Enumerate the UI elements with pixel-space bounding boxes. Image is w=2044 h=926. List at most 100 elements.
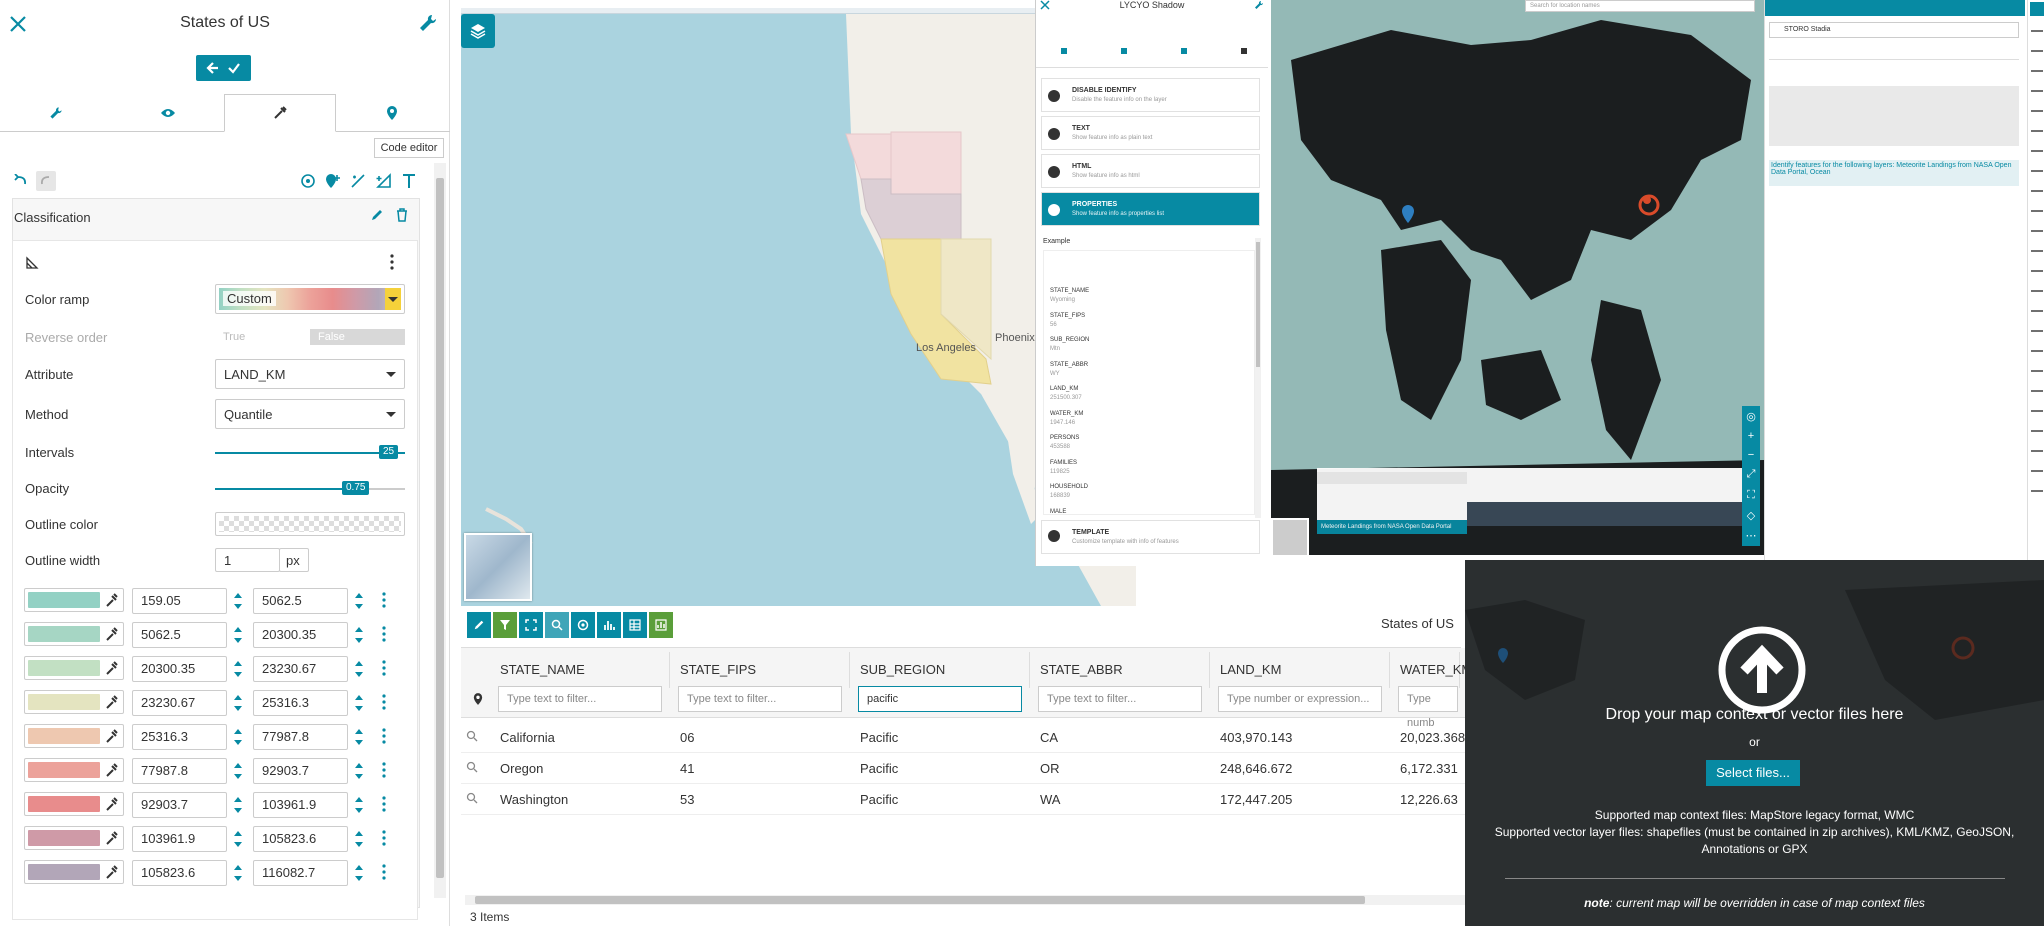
add-text-rule-icon[interactable]	[402, 173, 416, 189]
import-overlay[interactable]: Drop your map context or vector files he…	[1465, 560, 2044, 926]
world-map-viewport[interactable]: ◎ + − ⤢ ⛶ ◇ ⋯ Meteorite Landings from NA…	[1271, 0, 1764, 555]
stepper-icon[interactable]	[232, 658, 244, 680]
class-max-input[interactable]: 77987.8	[253, 724, 348, 750]
class-min-input[interactable]: 77987.8	[132, 758, 227, 784]
class-color-picker[interactable]	[24, 622, 124, 646]
class-min-input[interactable]: 103961.9	[132, 826, 227, 852]
class-max-input[interactable]: 105823.6	[253, 826, 348, 852]
full-extent-icon[interactable]: ⤢	[1747, 468, 1756, 481]
class-min-input[interactable]: 105823.6	[132, 860, 227, 886]
eyedropper-icon[interactable]	[106, 729, 118, 743]
class-max-input[interactable]: 103961.9	[253, 792, 348, 818]
class-color-picker[interactable]	[24, 758, 124, 782]
class-min-input[interactable]: 25316.3	[132, 724, 227, 750]
column-filter-input[interactable]: Type text to filter...	[678, 686, 842, 712]
tab-display[interactable]	[1121, 48, 1127, 54]
eyedropper-icon[interactable]	[106, 763, 118, 777]
eyedropper-icon[interactable]	[106, 627, 118, 641]
search-input[interactable]: Search for location names	[1525, 0, 1755, 12]
class-min-input[interactable]: 92903.7	[132, 792, 227, 818]
locate-icon[interactable]: ◎	[1746, 410, 1756, 423]
stepper-icon[interactable]	[353, 726, 365, 748]
sync-map-button[interactable]	[545, 612, 569, 638]
wrench-icon[interactable]	[418, 13, 438, 33]
map-marker-icon[interactable]	[465, 686, 490, 712]
more-icon[interactable]: ⋯	[1746, 529, 1757, 542]
column-filter-input[interactable]: Type number or expression...	[1218, 686, 1382, 712]
stepper-icon[interactable]	[232, 726, 244, 748]
select-all-button[interactable]	[571, 612, 595, 638]
tab-feature-info[interactable]	[1241, 48, 1247, 54]
format-item[interactable]: HTML Show feature info as html	[1041, 154, 1260, 188]
eyedropper-icon[interactable]	[106, 593, 118, 607]
class-color-picker[interactable]	[24, 690, 124, 714]
tab-feature-info[interactable]	[336, 94, 448, 132]
format-item[interactable]: TEXT Show feature info as plain text	[1041, 116, 1260, 150]
scrollbar-thumb[interactable]	[436, 178, 444, 878]
column-filter-input[interactable]: pacific	[858, 686, 1022, 712]
color-ramp-select[interactable]: Custom	[215, 284, 405, 314]
tab-style[interactable]	[224, 94, 336, 132]
zoom-to-row-icon[interactable]	[466, 730, 478, 742]
stepper-icon[interactable]	[353, 794, 365, 816]
column-header[interactable]: STATE_FIPS	[670, 652, 850, 688]
outline-color-picker[interactable]	[215, 512, 405, 536]
stepper-icon[interactable]	[232, 828, 244, 850]
class-color-picker[interactable]	[24, 792, 124, 816]
timeline-axis[interactable]	[1467, 502, 1742, 526]
class-color-picker[interactable]	[24, 588, 124, 612]
reverse-true[interactable]: True	[215, 329, 310, 345]
add-mark-icon[interactable]	[300, 173, 316, 189]
class-max-input[interactable]: 25316.3	[253, 690, 348, 716]
class-min-input[interactable]: 23230.67	[132, 690, 227, 716]
format-item-template[interactable]: TEMPLATE Customize template with info of…	[1041, 520, 1260, 554]
more-vertical-icon[interactable]	[382, 796, 386, 812]
grid-hscroll-thumb[interactable]	[475, 896, 1365, 904]
zoom-to-features-button[interactable]	[519, 612, 543, 638]
time-input[interactable]	[1317, 472, 1467, 484]
eyedropper-icon[interactable]	[106, 695, 118, 709]
class-color-picker[interactable]	[24, 724, 124, 748]
table-row[interactable]	[461, 722, 1465, 753]
stepper-icon[interactable]	[353, 828, 365, 850]
column-header[interactable]: STATE_ABBR	[1030, 652, 1210, 688]
class-max-input[interactable]: 20300.35	[253, 622, 348, 648]
stepper-icon[interactable]	[353, 590, 365, 612]
class-min-input[interactable]: 159.05	[132, 588, 227, 614]
zoom-to-row-icon[interactable]	[466, 792, 478, 804]
class-max-input[interactable]: 116082.7	[253, 860, 348, 886]
layer-select[interactable]: STORO Stadia	[1769, 22, 2019, 38]
stepper-icon[interactable]	[353, 692, 365, 714]
class-max-input[interactable]: 92903.7	[253, 758, 348, 784]
add-polygon-rule-icon[interactable]	[376, 173, 392, 189]
column-header[interactable]: SUB_REGION	[850, 652, 1030, 688]
stepper-icon[interactable]	[232, 862, 244, 884]
stepper-icon[interactable]	[353, 624, 365, 646]
code-editor-button[interactable]: Code editor	[374, 138, 444, 158]
column-filter-input[interactable]: Type numb	[1398, 686, 1458, 729]
eyedropper-icon[interactable]	[106, 831, 118, 845]
filter-button[interactable]	[493, 612, 517, 638]
attribute-select[interactable]: LAND_KM	[215, 359, 405, 389]
column-filter-input[interactable]: Type text to filter...	[1038, 686, 1202, 712]
select-files-button[interactable]: Select files...	[1706, 760, 1800, 786]
zoom-out-icon[interactable]: −	[1748, 449, 1754, 461]
tab-settings[interactable]	[1061, 48, 1067, 54]
stepper-icon[interactable]	[232, 624, 244, 646]
class-color-picker[interactable]	[24, 860, 124, 884]
layers-button[interactable]	[461, 14, 495, 48]
more-vertical-icon[interactable]	[382, 626, 386, 642]
column-header[interactable]: WATER_KM	[1390, 652, 1472, 688]
format-item[interactable]: PROPERTIES Show feature info as propertie…	[1041, 192, 1260, 226]
stepper-icon[interactable]	[353, 658, 365, 680]
wrench-icon[interactable]	[1254, 0, 1264, 10]
statistics-button[interactable]	[597, 612, 621, 638]
format-item[interactable]: DISABLE IDENTIFY Disable the feature info…	[1041, 78, 1260, 112]
table-row[interactable]	[461, 784, 1465, 815]
tab-settings[interactable]	[0, 94, 112, 132]
stepper-icon[interactable]	[232, 760, 244, 782]
column-header[interactable]: STATE_NAME	[490, 652, 670, 688]
redo-icon[interactable]	[36, 171, 56, 191]
user-icon[interactable]	[2030, 2, 2044, 16]
more-vertical-icon[interactable]	[382, 830, 386, 846]
